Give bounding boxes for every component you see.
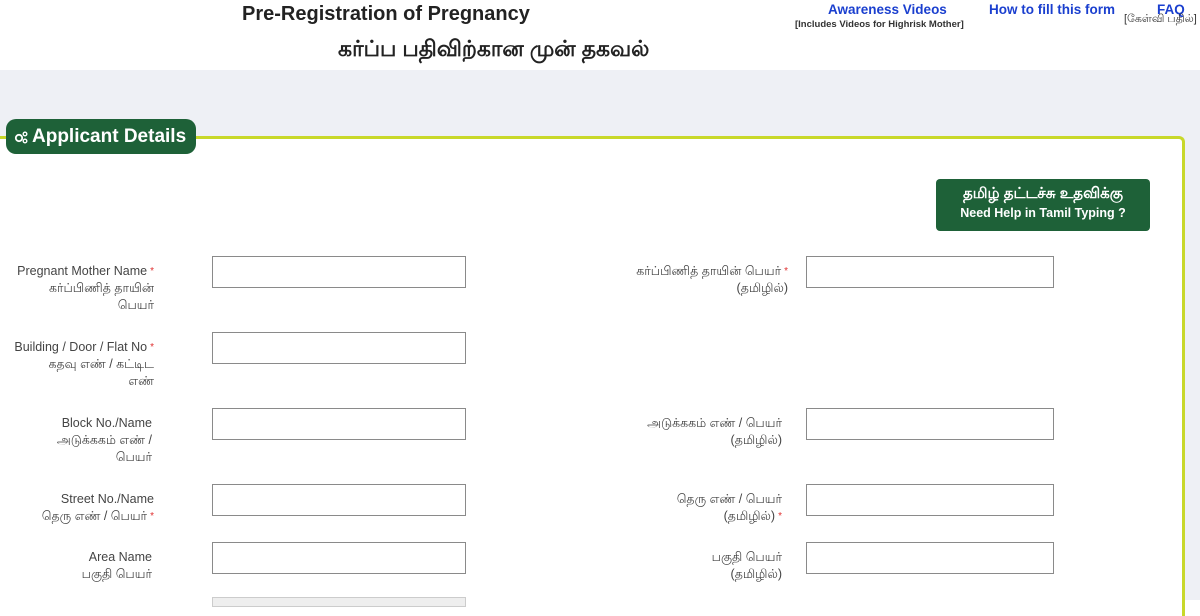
awareness-videos-subtext: [Includes Videos for Highrisk Mother] <box>795 19 964 30</box>
required-marker: * <box>150 342 154 353</box>
area-name-input[interactable] <box>212 542 466 574</box>
pregnant-mother-name-tamil-input[interactable] <box>806 256 1054 288</box>
block-no-name-label: Block No./Name அடுக்ககம் எண் / பெயர் <box>56 416 152 464</box>
required-marker: * <box>784 266 788 277</box>
pregnant-mother-name-input[interactable] <box>212 256 466 288</box>
page-header: Pre-Registration of Pregnancy கர்ப்ப பதி… <box>0 0 1200 70</box>
awareness-videos-link[interactable]: Awareness Videos <box>828 2 947 17</box>
building-door-flat-input[interactable] <box>212 332 466 364</box>
area-name-tamil-label: பகுதி பெயர் (தமிழில்) <box>711 550 782 581</box>
pregnant-mother-name-label: Pregnant Mother Name * கர்ப்பிணித் தாயின்… <box>17 264 154 312</box>
next-field-input-partial[interactable] <box>212 597 466 607</box>
section-title: Applicant Details <box>32 125 187 147</box>
block-no-name-tamil-label: அடுக்ககம் எண் / பெயர் (தமிழில்) <box>647 416 782 447</box>
street-no-name-input[interactable] <box>212 484 466 516</box>
required-marker: * <box>778 511 782 522</box>
building-door-flat-label: Building / Door / Flat No * கதவு எண் / கட… <box>14 340 154 388</box>
pregnant-mother-name-tamil-label: கர்ப்பிணித் தாயின் பெயர் * (தமிழில்) <box>636 264 788 295</box>
required-marker: * <box>150 511 154 522</box>
required-marker: * <box>150 266 154 277</box>
how-to-fill-link[interactable]: How to fill this form <box>989 2 1115 17</box>
street-no-name-tamil-label: தெரு எண் / பெயர் (தமிழில்) * <box>676 492 782 523</box>
page-title-english: Pre-Registration of Pregnancy <box>242 3 530 25</box>
page-title-tamil: கர்ப்ப பதிவிற்கான முன் தகவல் <box>338 36 650 61</box>
street-no-name-label: Street No./Name தெரு எண் / பெயர் * <box>41 492 154 523</box>
help-button-english-label: Need Help in Tamil Typing ? <box>960 206 1126 220</box>
help-button-tamil-label: தமிழ் தட்டச்சு உதவிக்கு <box>963 185 1123 202</box>
street-no-name-tamil-input[interactable] <box>806 484 1054 516</box>
area-name-label: Area Name பகுதி பெயர் <box>81 550 152 581</box>
block-no-name-input[interactable] <box>212 408 466 440</box>
tamil-typing-help-button[interactable]: தமிழ் தட்டச்சு உதவிக்கு Need Help in Tam… <box>936 179 1150 231</box>
block-no-name-tamil-input[interactable] <box>806 408 1054 440</box>
section-header-applicant-details: Applicant Details <box>6 119 197 154</box>
faq-subtext: [கேள்வி பதில்] <box>1124 13 1197 25</box>
gears-icon <box>14 131 28 143</box>
area-name-tamil-input[interactable] <box>806 542 1054 574</box>
